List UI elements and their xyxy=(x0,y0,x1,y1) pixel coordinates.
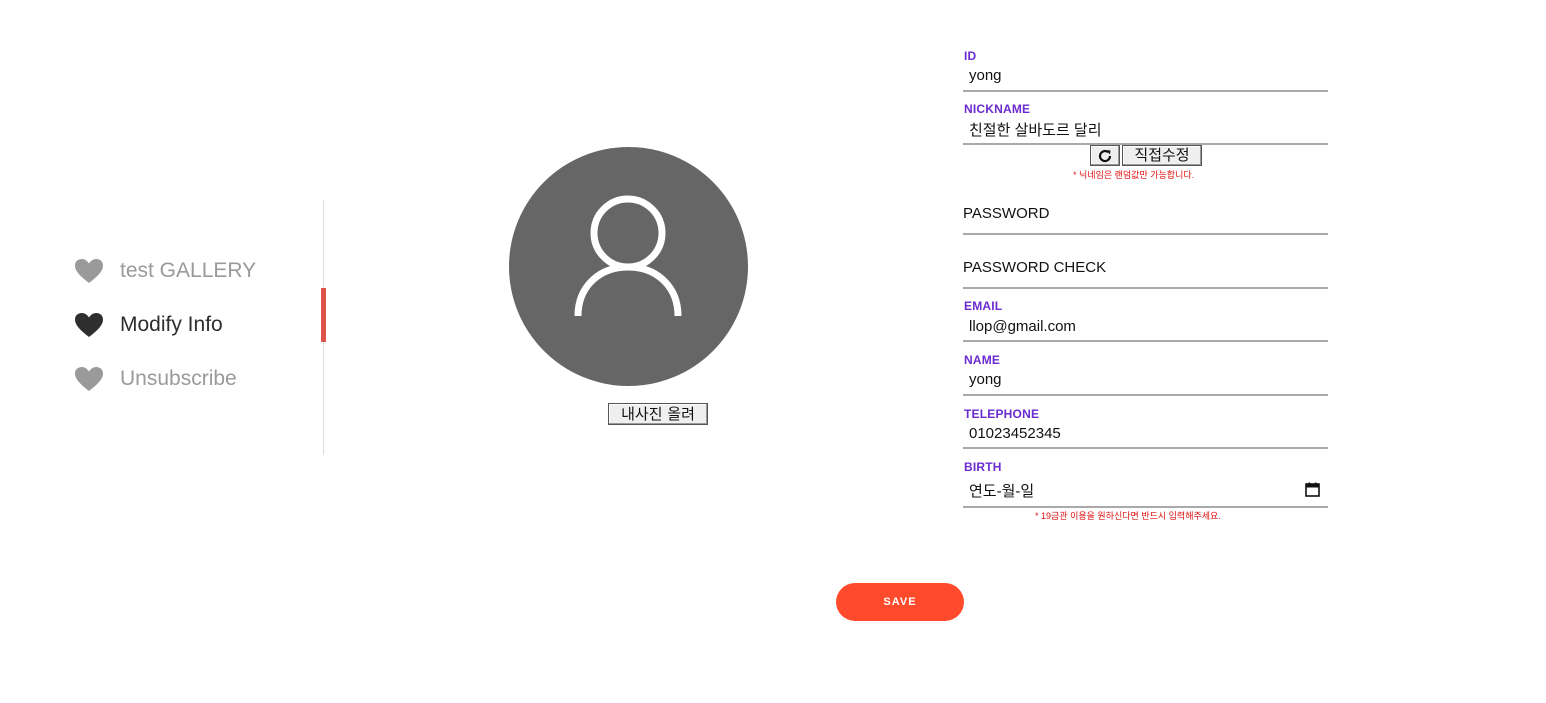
refresh-icon xyxy=(1098,149,1112,162)
password-check-field[interactable]: PASSWORD CHECK xyxy=(963,248,1328,289)
side-menu: test GALLERY Modify Info Unsubscribe xyxy=(74,244,314,406)
profile-avatar xyxy=(509,147,748,386)
name-value: yong xyxy=(969,371,1002,388)
password-field[interactable]: PASSWORD xyxy=(963,194,1328,235)
name-field[interactable]: NAME yong xyxy=(963,350,1328,396)
id-label: ID xyxy=(964,49,977,63)
telephone-field[interactable]: TELEPHONE 01023452345 xyxy=(963,404,1328,449)
heart-icon xyxy=(74,366,104,392)
menu-item-modify-info[interactable]: Modify Info xyxy=(74,298,314,352)
menu-item-unsubscribe[interactable]: Unsubscribe xyxy=(74,352,314,406)
name-label: NAME xyxy=(964,353,1001,367)
calendar-icon[interactable] xyxy=(1305,482,1320,497)
nickname-tools: 직접수정 xyxy=(1090,145,1202,166)
id-value: yong xyxy=(969,67,1002,84)
nickname-note: * 닉네임은 랜덤값만 가능합니다. xyxy=(1073,170,1195,180)
password-label: PASSWORD xyxy=(963,205,1050,222)
user-icon xyxy=(574,195,682,317)
telephone-label: TELEPHONE xyxy=(964,407,1040,421)
save-button[interactable]: SAVE xyxy=(836,583,964,621)
active-menu-indicator xyxy=(321,288,326,342)
email-field[interactable]: EMAIL llop@gmail.com xyxy=(963,296,1328,342)
birth-note: * 19금관 이용을 원하신다면 반드시 입력해주세요. xyxy=(1035,511,1221,521)
email-value: llop@gmail.com xyxy=(969,318,1076,335)
birth-placeholder: 연도-월-일 xyxy=(969,483,1035,500)
menu-item-label: test GALLERY xyxy=(120,259,257,282)
id-field[interactable]: ID yong xyxy=(963,45,1328,92)
heart-icon xyxy=(74,312,104,338)
nickname-label: NICKNAME xyxy=(964,102,1031,116)
edit-nickname-button[interactable]: 직접수정 xyxy=(1122,145,1202,166)
telephone-value: 01023452345 xyxy=(969,425,1061,442)
birth-label: BIRTH xyxy=(964,460,1002,474)
birth-field[interactable]: BIRTH 연도-월-일 xyxy=(963,457,1328,508)
upload-photo-button[interactable]: 내사진 올려 xyxy=(608,403,708,425)
heart-icon xyxy=(74,258,104,284)
nickname-field[interactable]: NICKNAME 친절한 살바도르 달리 xyxy=(963,98,1328,145)
menu-item-test-gallery[interactable]: test GALLERY xyxy=(74,244,314,298)
password-check-label: PASSWORD CHECK xyxy=(963,259,1107,276)
menu-item-label: Unsubscribe xyxy=(120,367,237,390)
refresh-nickname-button[interactable] xyxy=(1090,145,1120,166)
email-label: EMAIL xyxy=(964,299,1003,313)
nickname-value: 친절한 살바도르 달리 xyxy=(969,122,1102,139)
menu-item-label: Modify Info xyxy=(120,313,223,336)
